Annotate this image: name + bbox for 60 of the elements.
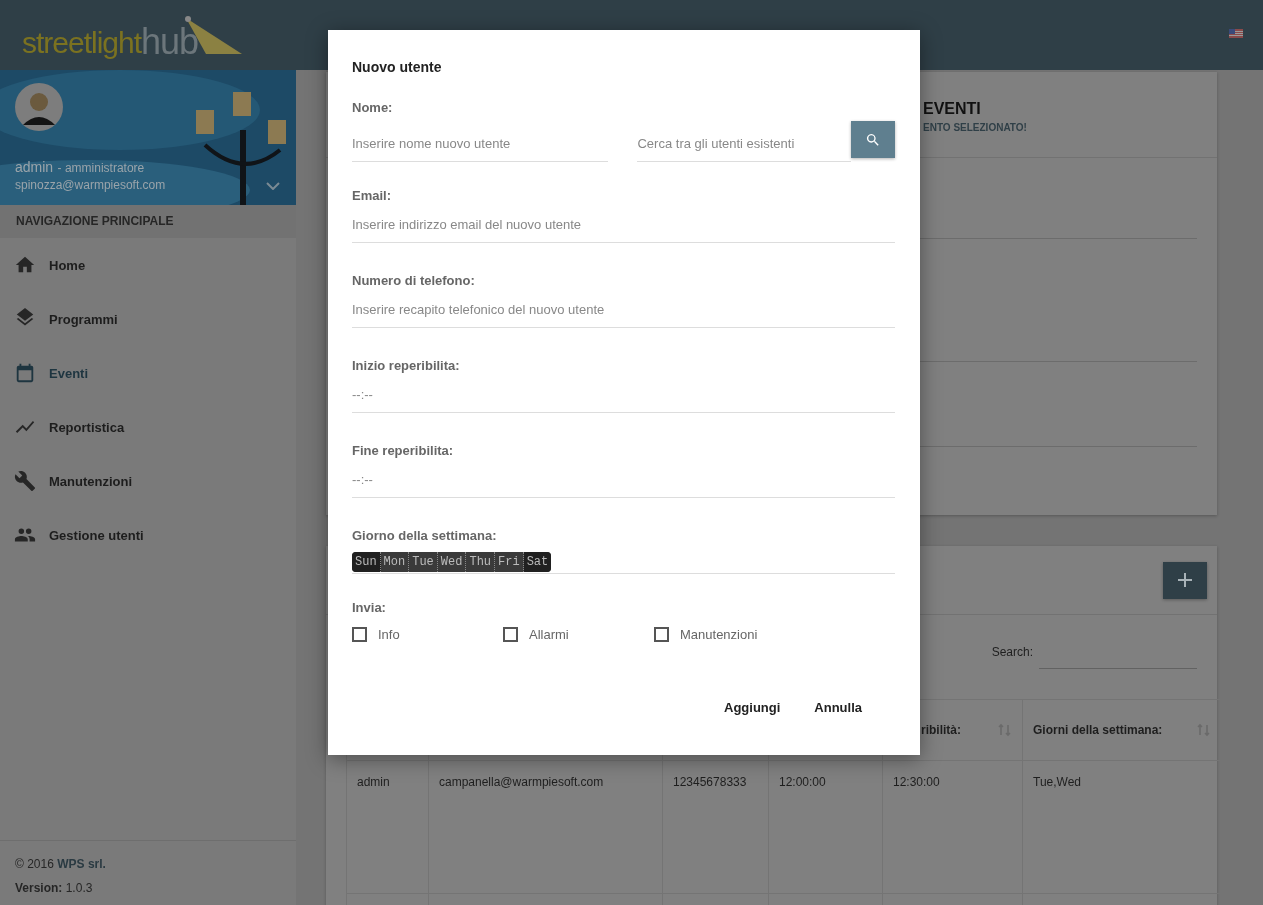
weekday-toggle[interactable]: Wed — [437, 552, 467, 572]
user-email: spinozza@warmpiesoft.com — [15, 178, 166, 192]
user-name: admin — [15, 159, 54, 175]
input-field[interactable]: Inserire recapito telefonico del nuovo utente — [352, 302, 895, 328]
table-cell: Tue,Wed — [1033, 775, 1082, 789]
checkbox[interactable] — [352, 627, 367, 642]
user-search-field[interactable]: Cerca tra gli utenti esistenti — [637, 136, 852, 162]
search-button[interactable] — [851, 121, 895, 158]
plus-icon — [1178, 573, 1192, 587]
nav-item[interactable]: Manutenzioni — [0, 454, 296, 508]
copyright-text: © 2016 WPS srl. — [15, 857, 107, 871]
column-header: Giorni della settimana: — [1033, 723, 1163, 737]
nav-item[interactable]: Home — [0, 238, 296, 292]
checkbox-label: Allarmi — [529, 627, 569, 642]
field-label: Email: — [352, 188, 392, 203]
field-label: Giorno della settimana: — [352, 528, 498, 543]
nav-item[interactable]: Gestione utenti — [0, 508, 296, 562]
nav-item[interactable]: Eventi — [0, 346, 296, 400]
field-label: Inizio reperibilita: — [352, 358, 461, 373]
nav-item[interactable]: Reportistica — [0, 400, 296, 454]
name-field[interactable]: Inserire nome nuovo utente — [352, 136, 609, 162]
checkbox-label: Info — [378, 627, 400, 642]
chevron-down-icon[interactable] — [266, 182, 280, 190]
table-cell: 12345678333 — [673, 775, 747, 789]
input-field[interactable]: --:-- — [352, 472, 895, 498]
card-title: EVENTI — [923, 100, 982, 118]
weekday-toggle[interactable]: Tue — [409, 552, 438, 572]
logo: streetlighthub — [22, 10, 245, 60]
nav-item[interactable]: Programmi — [0, 292, 296, 346]
version-text: Version: 1.0.3 — [15, 881, 94, 895]
user-role: - amministratore — [57, 161, 145, 175]
table-cell: 12:30:00 — [893, 775, 940, 789]
add-button[interactable] — [1163, 561, 1207, 599]
checkbox[interactable] — [654, 627, 669, 642]
nav-section-title: NAVIGAZIONE PRINCIPALE — [0, 205, 296, 238]
search-label: Search: — [991, 645, 1033, 659]
checkbox[interactable] — [503, 627, 518, 642]
column-header: ribilità: — [921, 723, 961, 737]
avatar-icon — [15, 83, 63, 131]
weekday-toggle[interactable]: Thu — [466, 552, 496, 572]
dialog-button[interactable]: Annulla — [803, 692, 873, 723]
field-label: Invia: — [352, 600, 387, 615]
input-field[interactable]: --:-- — [352, 387, 895, 413]
table-cell: admin — [357, 775, 390, 789]
dialog-button[interactable]: Aggiungi — [713, 692, 792, 723]
weekday-toggle[interactable]: Sun — [352, 552, 381, 572]
flag-icon[interactable] — [1229, 28, 1243, 38]
checkbox-label: Manutenzioni — [680, 627, 758, 642]
weekday-toggle[interactable]: Sat — [523, 552, 552, 572]
field-label: Nome: — [352, 100, 394, 115]
table-cell: campanella@warmpiesoft.com — [439, 775, 604, 789]
dialog-title: Nuovo utente — [352, 59, 443, 75]
wrench-icon — [14, 470, 36, 492]
input-field[interactable]: Inserire indirizzo email del nuovo utente — [352, 217, 895, 243]
card-subtitle: ENTO SELEZIONATO! — [923, 122, 1028, 133]
field-label: Fine reperibilita: — [352, 443, 455, 458]
table-cell: 12:00:00 — [779, 775, 826, 789]
search-icon — [865, 131, 882, 148]
field-label: Numero di telefono: — [352, 273, 476, 288]
calendar-icon — [14, 362, 36, 384]
